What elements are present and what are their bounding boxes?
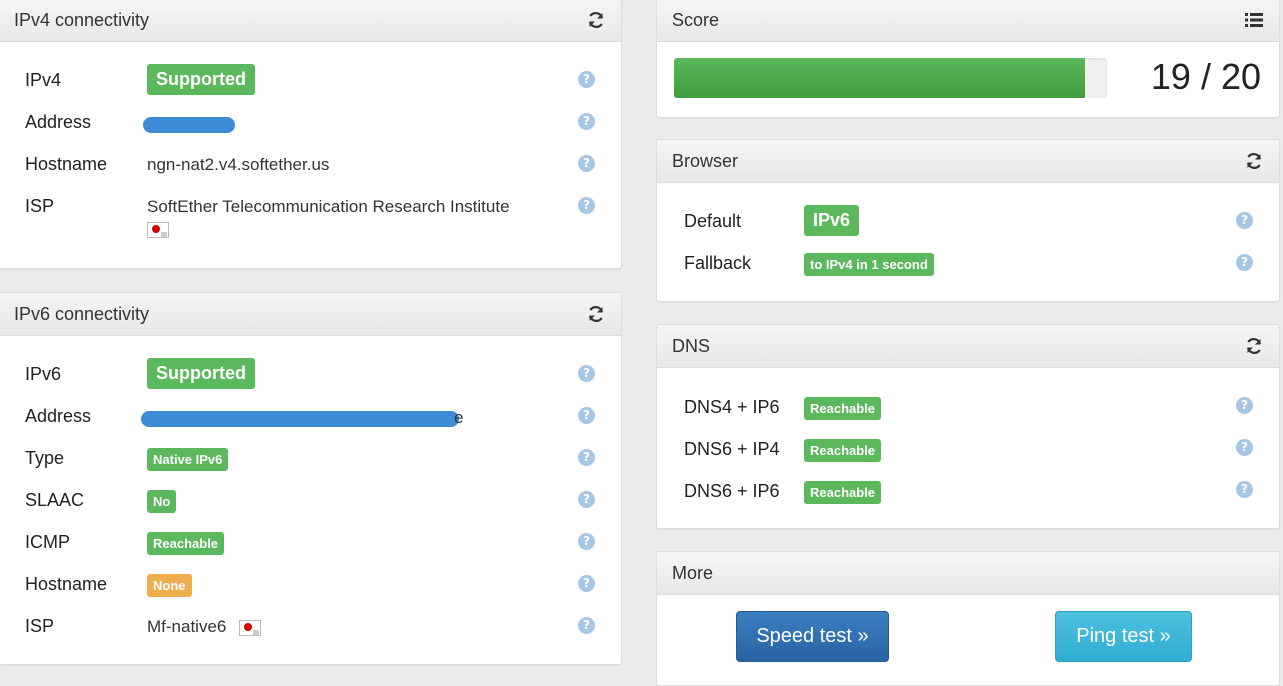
more-panel: More Speed test » Ping test » [656,551,1280,686]
dns4-ip6-label: DNS4 + IP6 [684,397,780,417]
type-label: Type [25,448,65,468]
icmp-reachable-badge: Reachable [147,532,225,555]
help-icon[interactable]: ? [578,197,595,214]
more-panel-heading: More [657,552,1279,595]
dns-panel-heading: DNS [657,325,1279,368]
score-progress-fill [674,58,1086,98]
native-ipv6-badge: Native IPv6 [147,448,229,471]
ipv6-isp-value: Mf-native6 [147,617,227,636]
browser-panel: Browser Default IPv6 ? Fallback to IPv4 … [656,139,1280,302]
panel-title: Browser [672,150,739,171]
dns6-ip6-badge: Reachable [804,481,882,504]
hostname-label: Hostname [25,574,108,594]
ipv6-connectivity-panel: IPv6 connectivity IPv6 Supported ? Addre… [0,292,622,665]
hostname-label: Hostname [25,154,108,174]
list-icon[interactable] [1244,11,1264,29]
japan-flag-icon [147,222,169,238]
help-icon[interactable]: ? [1236,212,1253,229]
default-label: Default [684,211,742,231]
help-icon[interactable]: ? [578,407,595,424]
redacted-ipv6-address [141,411,459,427]
ping-test-button[interactable]: Ping test » [1055,611,1192,662]
refresh-icon[interactable] [586,10,606,30]
help-icon[interactable]: ? [1236,397,1253,414]
ipv4-label: IPv4 [25,70,62,90]
panel-title: IPv4 connectivity [14,9,150,30]
ipv4-connectivity-panel: IPv4 connectivity IPv4 Supported ? Addre… [0,0,622,269]
icmp-label: ICMP [25,532,70,552]
panel-title: Score [672,9,720,30]
dns6-ip6-label: DNS6 + IP6 [684,481,780,501]
slaac-label: SLAAC [25,490,85,510]
redacted-ipv4-address [143,117,235,133]
help-icon[interactable]: ? [578,449,595,466]
slaac-no-badge: No [147,490,177,513]
ipv4-isp-value: SoftEther Telecommunication Research Ins… [147,197,510,216]
ipv4-supported-badge: Supported [147,64,255,95]
dns6-ip4-badge: Reachable [804,439,882,462]
ipv6-label: IPv6 [25,364,62,384]
isp-label: ISP [25,616,55,636]
score-panel-heading: Score [657,0,1279,42]
score-value: 19 / 20 [1150,56,1261,97]
speed-test-button[interactable]: Speed test » [736,611,889,662]
ipv4-hostname-value: ngn-nat2.v4.softether.us [147,155,330,174]
dns6-ip4-label: DNS6 + IP4 [684,439,780,459]
panel-title: IPv6 connectivity [14,303,150,324]
address-label: Address [25,406,92,426]
browser-panel-heading: Browser [657,140,1279,183]
help-icon[interactable]: ? [578,155,595,172]
ipv6-supported-badge: Supported [147,358,255,389]
help-icon[interactable]: ? [578,575,595,592]
help-icon[interactable]: ? [1236,439,1253,456]
panel-title: More [672,562,714,583]
panel-title: DNS [672,335,711,356]
help-icon[interactable]: ? [1236,481,1253,498]
address-label: Address [25,112,92,132]
score-panel: Score 19 / 20 [656,0,1280,118]
ipv6-panel-heading: IPv6 connectivity [0,293,621,336]
dns4-ip6-badge: Reachable [804,397,882,420]
refresh-icon[interactable] [1244,336,1264,356]
help-icon[interactable]: ? [578,533,595,550]
help-icon[interactable]: ? [578,113,595,130]
score-progress-bar [674,58,1107,98]
fallback-badge: to IPv4 in 1 second [804,253,934,276]
help-icon[interactable]: ? [578,71,595,88]
ipv6-address-trailing-text: e [454,408,464,427]
help-icon[interactable]: ? [578,491,595,508]
japan-flag-icon [239,620,261,636]
help-icon[interactable]: ? [1236,254,1253,271]
ipv4-panel-heading: IPv4 connectivity [0,0,621,42]
refresh-icon[interactable] [1244,151,1264,171]
isp-label: ISP [25,196,55,216]
default-ipv6-badge: IPv6 [804,205,860,236]
hostname-none-badge: None [147,574,192,597]
help-icon[interactable]: ? [578,617,595,634]
fallback-label: Fallback [684,253,752,273]
help-icon[interactable]: ? [578,365,595,382]
dns-panel: DNS DNS4 + IP6 Reachable ? DNS6 + IP4 Re… [656,324,1280,529]
refresh-icon[interactable] [586,304,606,324]
